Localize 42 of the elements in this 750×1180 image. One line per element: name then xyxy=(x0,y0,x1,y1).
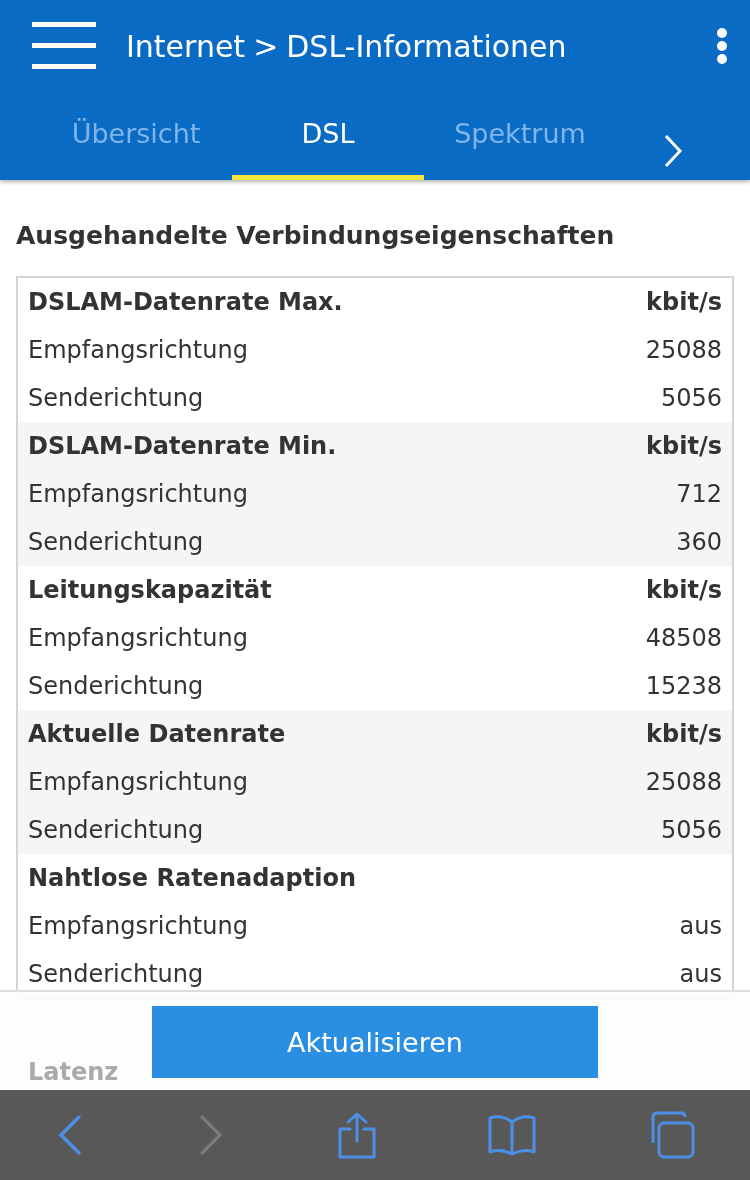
row-label: Empfangsrichtung xyxy=(28,768,248,796)
row-value: 5056 xyxy=(660,816,722,844)
row-value: 5056 xyxy=(660,384,722,412)
chevron-right-icon[interactable] xyxy=(664,134,682,168)
row-label: Empfangsrichtung xyxy=(28,480,248,508)
group-label: DSLAM-Datenrate Max. xyxy=(28,288,343,316)
group-label: Aktuelle Datenrate xyxy=(28,720,286,748)
row-value: 48508 xyxy=(645,624,722,652)
row-value: 360 xyxy=(676,528,722,556)
next-section-title: Latenz xyxy=(28,1058,119,1086)
row-value: 25088 xyxy=(645,768,722,796)
row-value: 15238 xyxy=(645,672,722,700)
row-value: aus xyxy=(679,960,722,988)
row-value: 25088 xyxy=(645,336,722,364)
refresh-button[interactable]: Aktualisieren xyxy=(152,1006,598,1078)
row-label: Senderichtung xyxy=(28,816,204,844)
row-value: aus xyxy=(679,912,722,940)
row-label: Senderichtung xyxy=(28,384,204,412)
breadcrumb-separator: > xyxy=(253,28,279,64)
tab[interactable]: Übersicht xyxy=(40,92,232,180)
group-label: DSLAM-Datenrate Min. xyxy=(28,432,337,460)
unit-label: kbit/s xyxy=(646,432,722,460)
row-value: 712 xyxy=(676,480,722,508)
bookmarks-icon[interactable] xyxy=(488,1114,537,1156)
unit-label: kbit/s xyxy=(646,720,722,748)
more-options-icon[interactable] xyxy=(716,28,728,64)
row-label: Empfangsrichtung xyxy=(28,912,248,940)
tab[interactable]: Spektrum xyxy=(424,92,616,180)
unit-label: kbit/s xyxy=(646,576,722,604)
row-label: Senderichtung xyxy=(28,960,204,988)
breadcrumb-link[interactable]: Internet xyxy=(126,28,246,64)
row-label: Senderichtung xyxy=(28,672,204,700)
row-label: Empfangsrichtung xyxy=(28,336,248,364)
menu-icon[interactable] xyxy=(32,22,96,70)
group-label: Leitungskapazität xyxy=(28,576,272,604)
group-label: Nahtlose Ratenadaption xyxy=(28,864,356,892)
row-label: Empfangsrichtung xyxy=(28,624,248,652)
page-title: DSL-Informationen xyxy=(286,28,567,64)
section-title: Ausgehandelte Verbindungseigenschaften xyxy=(16,220,616,252)
unit-label: kbit/s xyxy=(646,288,722,316)
tab[interactable]: DSL xyxy=(232,92,424,180)
row-label: Senderichtung xyxy=(28,528,204,556)
